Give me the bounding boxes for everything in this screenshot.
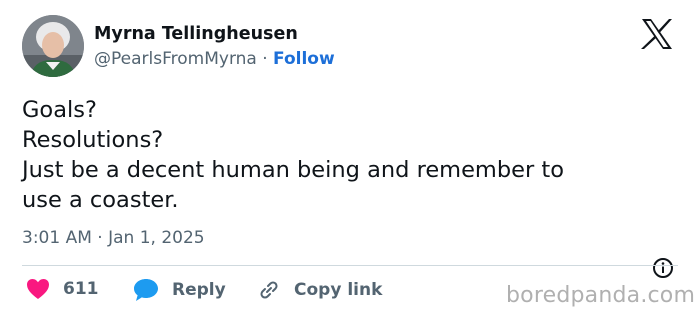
heart-icon	[27, 279, 49, 299]
info-icon[interactable]	[652, 257, 674, 279]
author-handle[interactable]: @PearlsFromMyrna	[94, 49, 257, 69]
copy-link-label: Copy link	[294, 280, 383, 300]
like-count: 611	[63, 279, 99, 299]
author-display-name[interactable]: Myrna Tellingheusen	[94, 24, 298, 44]
divider	[22, 265, 678, 266]
tweet-timestamp[interactable]: 3:01 AM · Jan 1, 2025	[22, 228, 205, 248]
like-button[interactable]: 611	[26, 278, 99, 300]
follow-button[interactable]: Follow	[273, 49, 335, 69]
tweet-line: Just be a decent human being and remembe…	[22, 157, 564, 183]
x-logo-icon[interactable]	[640, 18, 674, 50]
avatar-image	[22, 15, 84, 77]
separator-dot: ·	[262, 49, 268, 69]
reply-button[interactable]: Reply	[133, 278, 226, 302]
link-icon	[260, 281, 278, 299]
tweet-text: Goals? Resolutions? Just be a decent hum…	[22, 95, 672, 215]
tweet-line: Resolutions?	[22, 127, 164, 153]
avatar[interactable]	[22, 15, 84, 77]
tweet-line: Goals?	[22, 97, 97, 123]
speech-bubble-icon	[134, 279, 158, 301]
author-handle-row: @PearlsFromMyrna · Follow	[94, 49, 335, 69]
reply-label: Reply	[172, 280, 226, 300]
watermark: boredpanda.com	[506, 283, 696, 308]
copy-link-button[interactable]: Copy link	[257, 278, 382, 302]
tweet-line: use a coaster.	[22, 187, 179, 213]
